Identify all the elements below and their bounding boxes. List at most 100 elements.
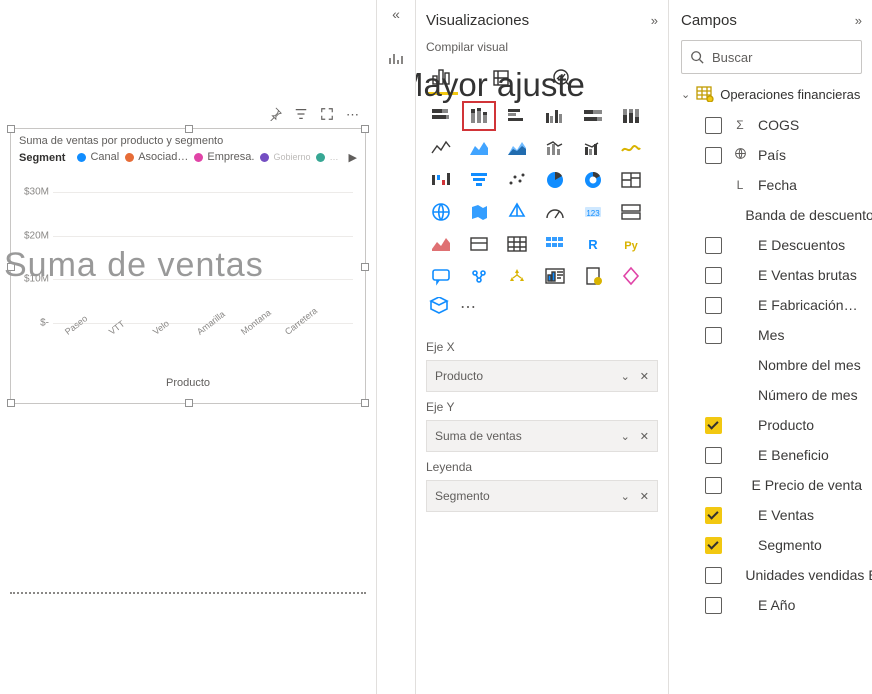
viz-type-line[interactable] — [426, 135, 456, 161]
viz-type-funnel[interactable] — [464, 167, 494, 193]
remove-icon[interactable]: ✕ — [640, 430, 649, 443]
field-pais[interactable]: País — [681, 140, 862, 170]
field-cogs[interactable]: ΣCOGS — [681, 110, 862, 140]
viz-type-qa[interactable] — [426, 263, 456, 289]
search-input[interactable]: Buscar — [681, 40, 862, 74]
field-mes[interactable]: Mes — [681, 320, 862, 350]
viz-type-map[interactable] — [426, 199, 456, 225]
legend-scroll[interactable]: ▶ — [349, 151, 357, 164]
viz-type-waterfall[interactable] — [426, 167, 456, 193]
field-well-y[interactable]: Suma de ventas ⌄✕ — [426, 420, 658, 452]
viz-type-r-visual[interactable]: R — [578, 231, 608, 257]
viz-type-smart-narrative[interactable] — [540, 263, 570, 289]
viz-type-stacked-area[interactable] — [502, 135, 532, 161]
legend-item[interactable]: Canal — [77, 151, 119, 163]
viz-type-donut[interactable] — [578, 167, 608, 193]
field-well-x[interactable]: Producto ⌄✕ — [426, 360, 658, 392]
expand-icon[interactable]: » — [855, 13, 862, 28]
checkbox[interactable] — [705, 117, 722, 134]
checkbox[interactable] — [705, 507, 722, 524]
viz-type-pie[interactable] — [540, 167, 570, 193]
checkbox[interactable] — [705, 267, 722, 284]
collapse-icon[interactable]: « — [377, 6, 415, 22]
legend[interactable]: Segment CanalAsociad…Empresa.Gobierno… ▶ — [19, 151, 357, 165]
remove-icon[interactable]: ✕ — [640, 370, 649, 383]
resize-handle[interactable] — [361, 125, 369, 133]
pin-icon[interactable] — [268, 107, 282, 124]
viz-type-py-visual[interactable]: Py — [616, 231, 646, 257]
field-anio[interactable]: E Año — [681, 590, 862, 620]
field-ventas[interactable]: E Ventas — [681, 500, 862, 530]
viz-type-paginated-report[interactable] — [578, 263, 608, 289]
viz-type-clustered-column[interactable] — [540, 103, 570, 129]
legend-item[interactable]: … — [316, 152, 338, 162]
remove-icon[interactable]: ✕ — [640, 490, 649, 503]
checkbox[interactable] — [705, 297, 722, 314]
checkbox[interactable] — [705, 147, 722, 164]
checkbox[interactable] — [705, 417, 722, 434]
viz-type-azure-map[interactable] — [502, 199, 532, 225]
more-icon[interactable]: ⋯ — [460, 297, 476, 320]
rail-icon[interactable] — [377, 52, 415, 66]
resize-handle[interactable] — [7, 125, 15, 133]
viz-type-decomposition-tree[interactable] — [502, 263, 532, 289]
viz-type-slicer[interactable] — [464, 231, 494, 257]
legend-item[interactable]: Gobierno — [260, 152, 310, 162]
viz-type-card[interactable]: 123 — [578, 199, 608, 225]
field-producto[interactable]: Producto — [681, 410, 862, 440]
viz-type-stacked-column[interactable] — [464, 103, 494, 129]
field-fecha[interactable]: LFecha — [681, 170, 862, 200]
table-header[interactable]: ⌄ Operaciones financieras — [681, 86, 862, 102]
focus-icon[interactable] — [320, 107, 334, 124]
viz-type-line-stacked-column[interactable] — [540, 135, 570, 161]
more-icon[interactable]: ⋯ — [346, 107, 359, 124]
expand-icon[interactable]: » — [651, 13, 658, 28]
viz-type-scatter[interactable] — [502, 167, 532, 193]
viz-type-matrix[interactable] — [540, 231, 570, 257]
field-vbrutas[interactable]: E Ventas brutas — [681, 260, 862, 290]
viz-type-100-stacked-bar[interactable] — [578, 103, 608, 129]
viz-type-filled-map[interactable] — [464, 199, 494, 225]
chevron-down-icon[interactable]: ⌄ — [621, 490, 630, 503]
resize-handle[interactable] — [185, 399, 193, 407]
viz-type-kpi[interactable] — [426, 231, 456, 257]
chevron-down-icon[interactable]: ⌄ — [621, 430, 630, 443]
field-nombremes[interactable]: Nombre del mes — [681, 350, 862, 380]
report-canvas[interactable]: Suma de ventas ⋯ Suma de ventas por prod… — [0, 0, 377, 694]
resize-handle[interactable] — [185, 125, 193, 133]
checkbox[interactable] — [705, 447, 722, 464]
viz-type-line-clustered-column[interactable] — [578, 135, 608, 161]
viz-type-stacked-bar[interactable] — [426, 103, 456, 129]
field-precio[interactable]: E Precio de venta — [681, 470, 862, 500]
resize-handle[interactable] — [361, 263, 369, 271]
viz-type-100-stacked-column[interactable] — [616, 103, 646, 129]
filter-icon[interactable] — [294, 107, 308, 124]
viz-type-multi-row-card[interactable] — [616, 199, 646, 225]
legend-item[interactable]: Asociad… — [125, 151, 188, 163]
field-segmento[interactable]: Segmento — [681, 530, 862, 560]
checkbox[interactable] — [705, 597, 722, 614]
field-fabr[interactable]: E Fabricación… — [681, 290, 862, 320]
viz-type-area[interactable] — [464, 135, 494, 161]
viz-type-power-apps[interactable] — [616, 263, 646, 289]
checkbox[interactable] — [705, 567, 722, 584]
resize-handle[interactable] — [7, 399, 15, 407]
field-banda[interactable]: Banda de descuento — [681, 200, 862, 230]
field-nummes[interactable]: Número de mes — [681, 380, 862, 410]
checkbox[interactable] — [705, 537, 722, 554]
viz-type-ribbon[interactable] — [616, 135, 646, 161]
viz-type-table[interactable] — [502, 231, 532, 257]
field-unidades[interactable]: Unidades vendidas E — [681, 560, 862, 590]
viz-type-gauge[interactable] — [540, 199, 570, 225]
field-desc[interactable]: E Descuentos — [681, 230, 862, 260]
field-benef[interactable]: E Beneficio — [681, 440, 862, 470]
viz-type-treemap[interactable] — [616, 167, 646, 193]
get-more-visuals-icon[interactable] — [428, 297, 450, 320]
checkbox[interactable] — [705, 237, 722, 254]
field-well-legend[interactable]: Segmento ⌄✕ — [426, 480, 658, 512]
viz-type-clustered-bar[interactable] — [502, 103, 532, 129]
viz-type-key-influencers[interactable] — [464, 263, 494, 289]
chevron-down-icon[interactable]: ⌄ — [621, 370, 630, 383]
resize-handle[interactable] — [361, 399, 369, 407]
checkbox[interactable] — [705, 327, 722, 344]
